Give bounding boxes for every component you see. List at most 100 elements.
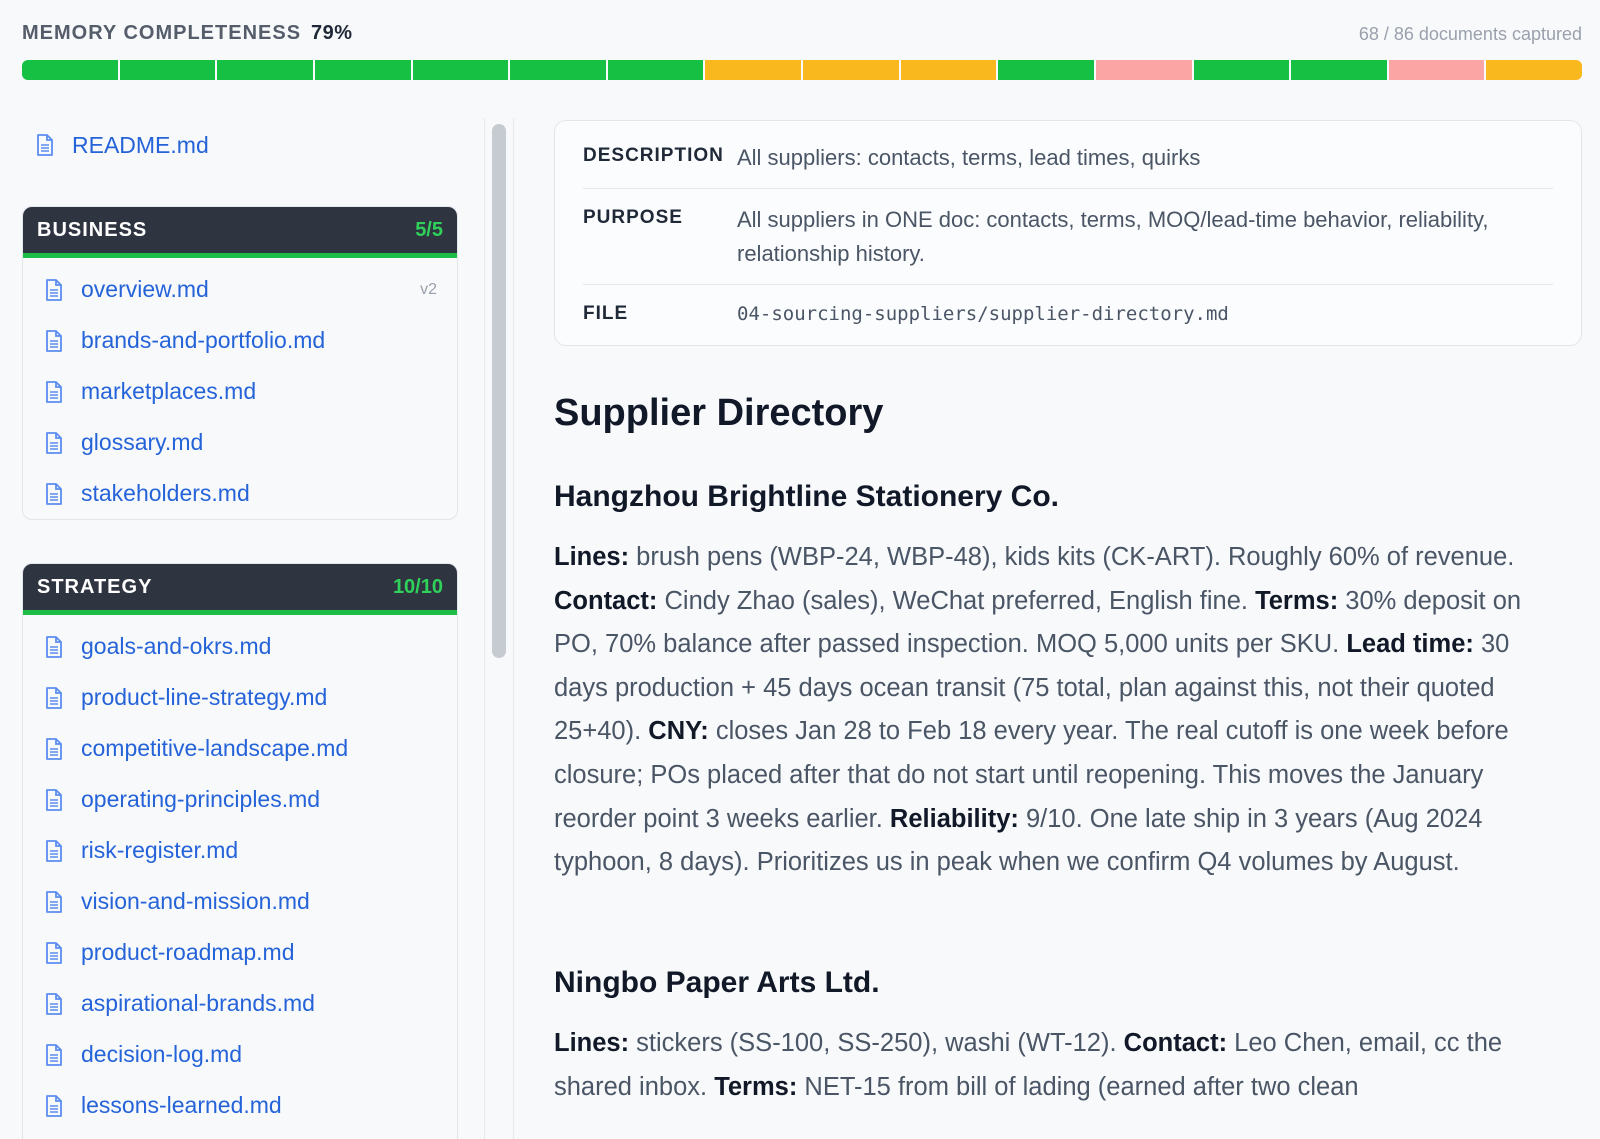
sidebar-item-vision-and-mission[interactable]: vision-and-mission.md bbox=[23, 876, 457, 927]
sidebar-item-label: product-roadmap.md bbox=[81, 939, 295, 965]
group-business: BUSINESS 5/5 overview.md v2 brands-and-por… bbox=[22, 206, 458, 520]
file-icon bbox=[45, 482, 63, 505]
progress-segment-complete bbox=[998, 60, 1094, 80]
section-paragraph-ningbo: Lines: stickers (SS-100, SS-250), washi … bbox=[554, 1022, 1564, 1109]
group-items-business: overview.md v2 brands-and-portfolio.md mark… bbox=[23, 258, 457, 519]
file-icon bbox=[45, 278, 63, 301]
sidebar-item-label: goals-and-okrs.md bbox=[81, 633, 272, 659]
meta-value-purpose: All suppliers in ONE doc: contacts, term… bbox=[737, 207, 1489, 266]
completeness-percent: 79% bbox=[311, 22, 353, 44]
file-icon bbox=[45, 431, 63, 454]
field-label: Lead time: bbox=[1346, 630, 1474, 659]
sidebar-item-label: brands-and-portfolio.md bbox=[81, 327, 326, 353]
progress-segment-complete bbox=[607, 60, 704, 80]
group-strategy: STRATEGY 10/10 goals-and-okrs.md product-… bbox=[22, 563, 458, 1139]
sidebar-item-decision-log[interactable]: decision-log.md bbox=[23, 1029, 457, 1080]
group-title: STRATEGY bbox=[37, 575, 153, 598]
field-label: Lines: bbox=[554, 543, 630, 571]
field-text: stickers (SS-100, SS-250), washi (WT-12)… bbox=[629, 1029, 1124, 1057]
sidebar-item-label: vision-and-mission.md bbox=[81, 888, 310, 914]
sidebar-item-lessons-learned[interactable]: lessons-learned.md bbox=[23, 1080, 457, 1131]
field-label: Terms: bbox=[1255, 586, 1339, 615]
sidebar-item-product-roadmap[interactable]: product-roadmap.md bbox=[23, 927, 457, 978]
progress-segment-complete bbox=[1193, 60, 1290, 80]
scrollbar-thumb[interactable] bbox=[492, 124, 506, 658]
sidebar-item-label: lessons-learned.md bbox=[81, 1092, 282, 1118]
field-label: Terms: bbox=[714, 1072, 798, 1101]
field-label: CNY: bbox=[648, 717, 709, 746]
completeness-label: MEMORY COMPLETENESS 79% bbox=[22, 22, 353, 45]
progress-segment-complete bbox=[510, 60, 606, 80]
sidebar-item-brands-and-portfolio[interactable]: brands-and-portfolio.md bbox=[23, 315, 457, 366]
progress-segment-partial bbox=[705, 60, 801, 80]
file-icon bbox=[45, 1094, 63, 1117]
progress-segment-partial bbox=[900, 60, 997, 80]
meta-key-description: DESCRIPTION bbox=[583, 145, 724, 166]
group-items-strategy: goals-and-okrs.md product-line-strategy.m… bbox=[23, 615, 457, 1131]
progress-segment-complete bbox=[314, 60, 411, 80]
meta-divider bbox=[583, 188, 1553, 189]
meta-value-description: All suppliers: contacts, terms, lead tim… bbox=[737, 145, 1201, 170]
field-label: Contact: bbox=[554, 586, 658, 615]
progress-segment-partial bbox=[803, 60, 899, 80]
section-title-ningbo: Ningbo Paper Arts Ltd. bbox=[554, 966, 880, 999]
progress-segment-missing bbox=[1095, 60, 1192, 80]
field-label: Reliability: bbox=[889, 804, 1019, 833]
completeness-progress-bar bbox=[22, 60, 1582, 80]
section-title-hangzhou: Hangzhou Brightline Stationery Co. bbox=[554, 480, 1060, 513]
field-text: brush pens (WBP-24, WBP-48), kids kits (… bbox=[629, 543, 1515, 571]
progress-segment-partial bbox=[1486, 60, 1582, 80]
meta-value-file-path: 04-sourcing-suppliers/supplier-directory… bbox=[737, 303, 1229, 325]
sidebar-item-marketplaces[interactable]: marketplaces.md bbox=[23, 366, 457, 417]
file-icon bbox=[45, 737, 63, 760]
readme-label: README.md bbox=[72, 131, 209, 158]
progress-segment-complete bbox=[217, 60, 313, 80]
section-paragraph-hangzhou: Lines: brush pens (WBP-24, WBP-48), kids… bbox=[554, 536, 1564, 885]
sidebar-item-stakeholders[interactable]: stakeholders.md bbox=[23, 468, 457, 519]
sidebar-item-label: marketplaces.md bbox=[81, 378, 257, 404]
file-icon bbox=[45, 788, 63, 811]
field-text: NET-15 from bill of lading (earned after… bbox=[797, 1072, 1359, 1101]
file-icon bbox=[45, 992, 63, 1015]
sidebar-item-readme[interactable]: README.md bbox=[36, 130, 209, 160]
file-icon bbox=[45, 890, 63, 913]
sidebar-item-label: risk-register.md bbox=[81, 837, 239, 863]
sidebar-item-risk-register[interactable]: risk-register.md bbox=[23, 825, 457, 876]
sidebar-item-label: aspirational-brands.md bbox=[81, 990, 315, 1016]
sidebar-item-label: operating-principles.md bbox=[81, 786, 321, 812]
version-badge: v2 bbox=[420, 280, 437, 298]
sidebar-item-operating-principles[interactable]: operating-principles.md bbox=[23, 774, 457, 825]
field-label: Lines: bbox=[554, 1029, 630, 1057]
group-title: BUSINESS bbox=[37, 218, 148, 241]
progress-segment-missing bbox=[1388, 60, 1485, 80]
sidebar-item-competitive-landscape[interactable]: competitive-landscape.md bbox=[23, 723, 457, 774]
sidebar-item-aspirational-brands[interactable]: aspirational-brands.md bbox=[23, 978, 457, 1029]
sidebar-item-label: stakeholders.md bbox=[81, 480, 250, 506]
sidebar-item-goals-and-okrs[interactable]: goals-and-okrs.md bbox=[23, 621, 457, 672]
metadata-card: DESCRIPTION All suppliers: contacts, ter… bbox=[554, 120, 1582, 346]
sidebar-item-label: product-line-strategy.md bbox=[81, 684, 328, 710]
group-header-business[interactable]: BUSINESS 5/5 bbox=[23, 207, 457, 258]
progress-segment-complete bbox=[1291, 60, 1387, 80]
file-icon bbox=[45, 635, 63, 658]
group-count-badge: 10/10 bbox=[392, 575, 443, 598]
group-header-strategy[interactable]: STRATEGY 10/10 bbox=[23, 564, 457, 615]
sidebar-item-label: competitive-landscape.md bbox=[81, 735, 349, 761]
sidebar-item-glossary[interactable]: glossary.md bbox=[23, 417, 457, 468]
sidebar-item-label: overview.md bbox=[81, 276, 209, 302]
meta-key-purpose: PURPOSE bbox=[583, 207, 683, 228]
progress-segment-complete bbox=[119, 60, 216, 80]
progress-segment-complete bbox=[412, 60, 509, 80]
sidebar-item-product-line-strategy[interactable]: product-line-strategy.md bbox=[23, 672, 457, 723]
file-icon bbox=[45, 380, 63, 403]
sidebar-item-label: decision-log.md bbox=[81, 1041, 243, 1067]
sidebar-item-overview[interactable]: overview.md v2 bbox=[23, 264, 457, 315]
meta-divider bbox=[583, 284, 1553, 285]
sidebar-scrollbar[interactable] bbox=[484, 118, 514, 1139]
file-icon bbox=[45, 839, 63, 862]
sidebar-item-label: glossary.md bbox=[81, 429, 204, 455]
file-icon bbox=[45, 941, 63, 964]
file-icon bbox=[36, 134, 54, 156]
field-label: Contact: bbox=[1123, 1029, 1228, 1057]
field-text: Cindy Zhao (sales), WeChat preferred, En… bbox=[657, 586, 1256, 615]
